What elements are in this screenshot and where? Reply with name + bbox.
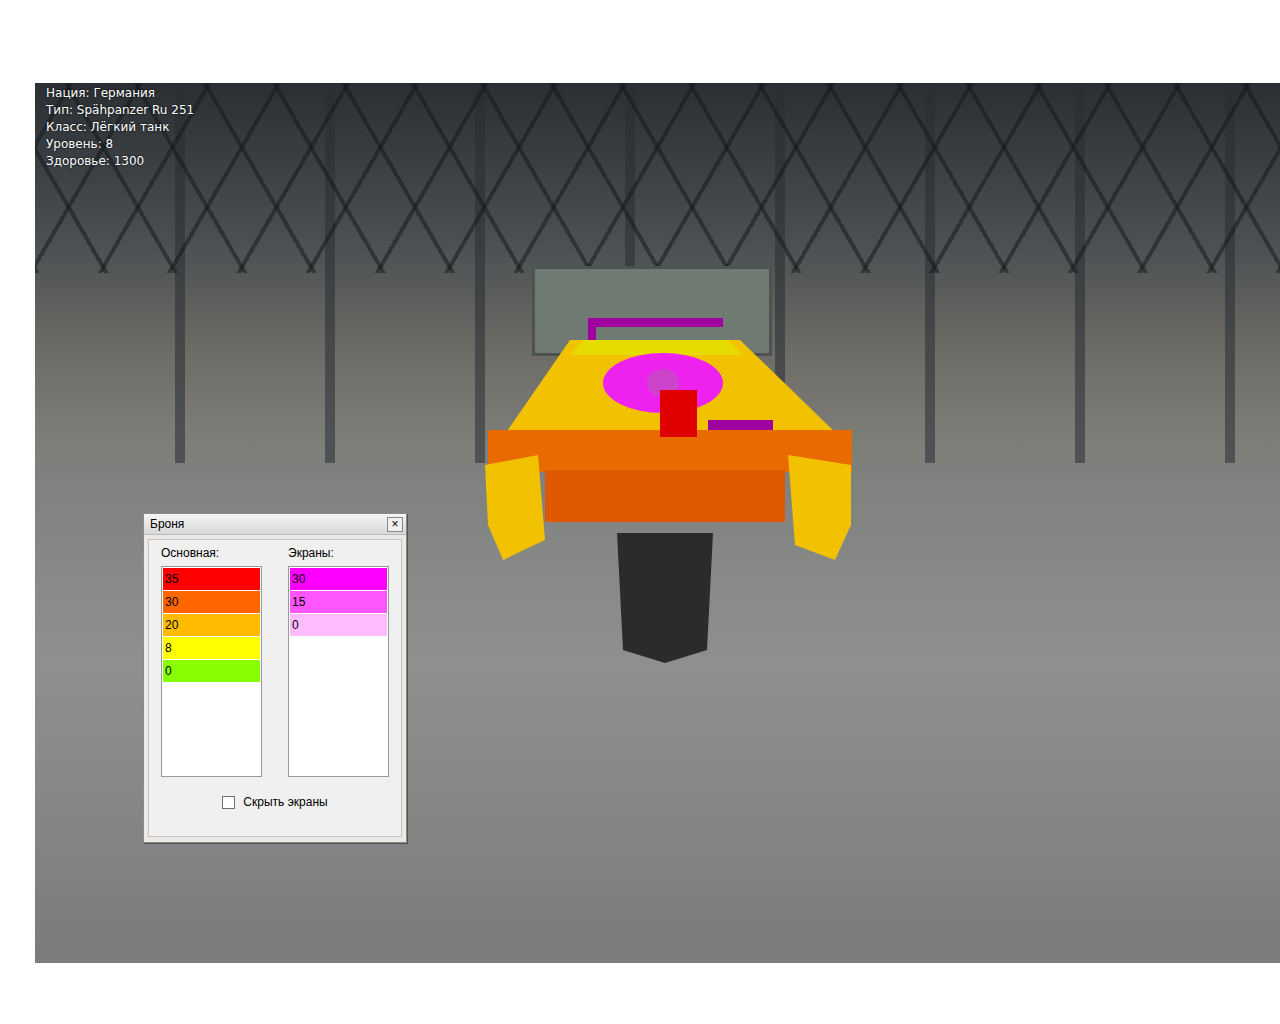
hangar-scene: Нация: ГерманияТип: Spähpanzer Ru 251Кла… [35, 83, 1280, 963]
legend-value: 0 [292, 618, 299, 632]
main-column: Основная: 35 30 20 8 0 [161, 544, 262, 777]
legend-value: 30 [165, 595, 178, 609]
legend-columns: Основная: 35 30 20 8 0 Экраны: 30 15 0 [161, 544, 389, 777]
screens-column: Экраны: 30 15 0 [288, 544, 389, 777]
close-button[interactable]: × [387, 517, 403, 532]
legend-row[interactable]: 30 [163, 591, 260, 614]
info-line: Класс: Лёгкий танк [46, 119, 194, 136]
armor-panel[interactable]: Броня × Основная: 35 30 20 8 0 Экраны: 30 15 0 Скрыт… [143, 513, 407, 843]
hangar-ceiling [35, 83, 1280, 273]
info-line: Нация: Германия [46, 85, 194, 102]
main-list: 35 30 20 8 0 [161, 566, 262, 777]
legend-value: 0 [165, 664, 172, 678]
legend-value: 35 [165, 572, 178, 586]
hide-screens-checkbox[interactable] [222, 796, 235, 809]
screens-label: Экраны: [288, 544, 389, 562]
legend-value: 8 [165, 641, 172, 655]
tank-armor-model-icon[interactable] [483, 315, 855, 565]
main-label: Основная: [161, 544, 262, 562]
legend-row[interactable]: 35 [163, 568, 260, 591]
title-bar: Броня × [144, 514, 406, 535]
legend-row[interactable]: 15 [290, 591, 387, 614]
info-line: Здоровье: 1300 [46, 153, 194, 170]
hide-screens-option[interactable]: Скрыть экраны [161, 793, 389, 811]
info-line: Уровень: 8 [46, 136, 194, 153]
inspection-pit [605, 533, 725, 663]
legend-value: 30 [292, 572, 305, 586]
legend-row[interactable]: 8 [163, 637, 260, 660]
legend-row[interactable]: 20 [163, 614, 260, 637]
legend-value: 20 [165, 618, 178, 632]
info-line: Тип: Spähpanzer Ru 251 [46, 102, 194, 119]
legend-row[interactable]: 0 [290, 614, 387, 637]
legend-row[interactable]: 0 [163, 660, 260, 683]
panel-body: Основная: 35 30 20 8 0 Экраны: 30 15 0 Скрыть экра… [148, 539, 402, 837]
legend-row[interactable]: 30 [290, 568, 387, 591]
hide-screens-label: Скрыть экраны [243, 793, 327, 811]
tank-info: Нация: ГерманияТип: Spähpanzer Ru 251Кла… [46, 85, 194, 170]
panel-title: Броня [150, 515, 184, 533]
legend-value: 15 [292, 595, 305, 609]
screens-list: 30 15 0 [288, 566, 389, 777]
